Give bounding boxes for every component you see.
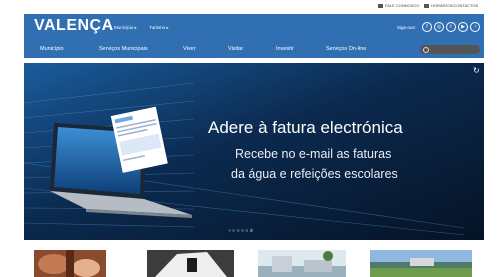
- refresh-icon[interactable]: ↻: [473, 66, 480, 75]
- news-thumbnail-3[interactable]: [258, 250, 346, 277]
- calendar-icon: [424, 3, 429, 8]
- site-logo[interactable]: VALENÇA: [34, 17, 114, 35]
- news-thumbnail-4[interactable]: [370, 250, 472, 277]
- header-link-turismo-label: Turismo: [149, 25, 166, 30]
- search-box[interactable]: [420, 45, 480, 54]
- nav-item-servicos-online[interactable]: Serviços On-line: [326, 46, 366, 52]
- nav-item-investir[interactable]: Investir: [276, 46, 294, 52]
- facebook-icon[interactable]: f: [422, 22, 432, 32]
- news-thumbnail-1[interactable]: [34, 250, 106, 277]
- news-thumbnail-2[interactable]: [147, 250, 234, 277]
- main-nav: Município Serviços Municipais Viver Visi…: [24, 42, 484, 58]
- twitter-icon[interactable]: t: [446, 22, 456, 32]
- youtube-icon[interactable]: ▶: [458, 22, 468, 32]
- hero-banner[interactable]: ↻ Adere à fatura electrónica Recebe no e…: [24, 63, 484, 240]
- follow-label: Siga-nos:: [397, 25, 417, 30]
- nav-item-visitar[interactable]: Visitar: [228, 46, 243, 52]
- banner-subtitle-line2: da água e refeições escolares: [231, 167, 398, 181]
- banner-title: Adere à fatura electrónica: [208, 118, 403, 137]
- utility-bar: FALE CONNOSCO HORÁRIOS/CONTACTOS: [0, 0, 499, 14]
- hours-link[interactable]: HORÁRIOS/CONTACTOS: [424, 3, 478, 8]
- header-link-turismo[interactable]: Turismo ▸: [149, 25, 169, 31]
- site-header: VALENÇA Município ▸ Turismo ▸ Siga-nos: …: [24, 14, 484, 42]
- carousel-pager[interactable]: › ○ ○ ○ ○ ॥: [229, 228, 253, 234]
- hours-link-label: HORÁRIOS/CONTACTOS: [431, 3, 479, 8]
- rss-icon[interactable]: ◔: [470, 22, 480, 32]
- search-icon[interactable]: [423, 46, 429, 53]
- banner-subtitle-line1: Recebe no e-mail as faturas: [235, 147, 392, 161]
- search-input[interactable]: [430, 45, 478, 54]
- nav-item-viver[interactable]: Viver: [183, 46, 195, 52]
- header-link-municipio-label: Município: [114, 25, 134, 30]
- nav-item-servicos-municipais[interactable]: Serviços Municipais: [99, 46, 148, 52]
- contact-link-label: FALE CONNOSCO: [385, 3, 420, 8]
- nav-item-municipio[interactable]: Município: [40, 46, 64, 52]
- contact-link[interactable]: FALE CONNOSCO: [378, 3, 419, 8]
- instagram-icon[interactable]: ◎: [434, 22, 444, 32]
- header-link-municipio[interactable]: Município ▸: [114, 25, 137, 31]
- chat-icon: [378, 3, 383, 8]
